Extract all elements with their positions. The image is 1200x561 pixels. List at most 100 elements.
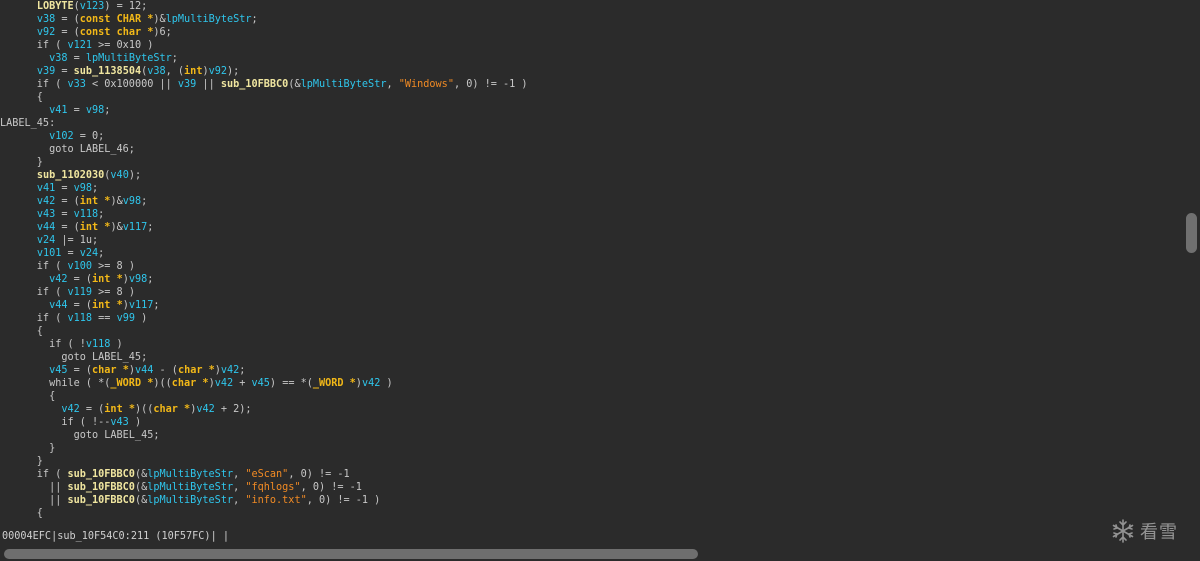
code-line[interactable]: if ( v100 >= 8 ) [0, 260, 135, 273]
variable-token[interactable]: v102 [49, 131, 74, 142]
code-line[interactable]: if ( !--v43 ) [0, 416, 141, 429]
function-token[interactable]: LOBYTE [37, 1, 74, 12]
variable-token[interactable]: v101 [37, 248, 62, 259]
variable-token[interactable]: lpMultiByteStr [86, 53, 172, 64]
code-line[interactable]: if ( sub_10FBBC0(&lpMultiByteStr, "eScan… [0, 468, 350, 481]
variable-token[interactable]: v98 [123, 196, 141, 207]
pseudocode-view[interactable]: LOBYTE(v123) = 12; v38 = (const CHAR *)&… [0, 0, 1184, 525]
variable-token[interactable]: v45 [49, 365, 67, 376]
code-line[interactable]: v41 = v98; [0, 104, 110, 117]
code-line[interactable]: v102 = 0; [0, 130, 104, 143]
variable-token[interactable]: v38 [37, 14, 55, 25]
variable-token[interactable]: v118 [74, 209, 99, 220]
function-token[interactable]: sub_1138504 [74, 66, 141, 77]
vertical-scrollbar-thumb[interactable] [1186, 213, 1197, 253]
variable-token[interactable]: v98 [86, 105, 104, 116]
variable-token[interactable]: v42 [37, 196, 55, 207]
function-token[interactable]: sub_10FBBC0 [67, 482, 134, 493]
variable-token[interactable]: v39 [37, 66, 55, 77]
variable-token[interactable]: lpMultiByteStr [166, 14, 252, 25]
code-line[interactable]: goto LABEL_45; [0, 351, 147, 364]
code-line[interactable]: v41 = v98; [0, 182, 98, 195]
code-line[interactable]: LABEL_45: [0, 117, 55, 130]
code-line[interactable]: v101 = v24; [0, 247, 105, 260]
variable-token[interactable]: v42 [61, 404, 79, 415]
code-line[interactable]: if ( v33 < 0x100000 || v39 || sub_10FBBC… [0, 78, 528, 91]
function-token[interactable]: sub_1102030 [37, 170, 104, 181]
code-line[interactable]: } [0, 156, 43, 169]
code-line[interactable]: while ( *(_WORD *)((char *)v42 + v45) ==… [0, 377, 393, 390]
horizontal-scrollbar-thumb[interactable] [4, 549, 698, 559]
variable-token[interactable]: v43 [37, 209, 55, 220]
variable-token[interactable]: v39 [178, 79, 196, 90]
variable-token[interactable]: v44 [49, 300, 67, 311]
code-line[interactable]: v43 = v118; [0, 208, 105, 221]
variable-token[interactable]: v42 [221, 365, 239, 376]
variable-token[interactable]: v100 [67, 261, 92, 272]
variable-token[interactable]: v123 [80, 1, 105, 12]
function-token[interactable]: sub_10FBBC0 [67, 469, 134, 480]
variable-token[interactable]: v24 [80, 248, 98, 259]
variable-token[interactable]: v44 [37, 222, 55, 233]
variable-token[interactable]: v42 [49, 274, 67, 285]
code-line[interactable]: { [0, 91, 43, 104]
variable-token[interactable]: v99 [117, 313, 135, 324]
variable-token[interactable]: v98 [74, 183, 92, 194]
code-line[interactable]: { [0, 325, 43, 338]
code-line[interactable]: } [0, 442, 55, 455]
variable-token[interactable]: v40 [110, 170, 128, 181]
horizontal-scrollbar[interactable] [0, 547, 1200, 561]
code-line[interactable]: if ( v119 >= 8 ) [0, 286, 135, 299]
variable-token[interactable]: v92 [209, 66, 227, 77]
function-token[interactable]: sub_10FBBC0 [221, 79, 288, 90]
variable-token[interactable]: v117 [129, 300, 154, 311]
code-line[interactable]: { [0, 507, 43, 520]
code-line[interactable]: || sub_10FBBC0(&lpMultiByteStr, "info.tx… [0, 494, 380, 507]
variable-token[interactable]: v42 [215, 378, 233, 389]
code-line[interactable]: v44 = (int *)&v117; [0, 221, 154, 234]
variable-token[interactable]: v33 [67, 79, 85, 90]
variable-token[interactable]: v38 [49, 53, 67, 64]
variable-token[interactable]: v45 [252, 378, 270, 389]
code-line[interactable]: if ( !v118 ) [0, 338, 123, 351]
code-line[interactable]: v38 = (const CHAR *)&lpMultiByteStr; [0, 13, 258, 26]
code-line[interactable]: } [0, 455, 43, 468]
code-line[interactable]: v44 = (int *)v117; [0, 299, 159, 312]
variable-token[interactable]: v92 [37, 27, 55, 38]
variable-token[interactable]: v43 [110, 417, 128, 428]
variable-token[interactable]: v41 [49, 105, 67, 116]
variable-token[interactable]: v42 [196, 404, 214, 415]
variable-token[interactable]: v98 [129, 274, 147, 285]
variable-token[interactable]: lpMultiByteStr [147, 495, 233, 506]
variable-token[interactable]: v41 [37, 183, 55, 194]
code-line[interactable]: v38 = lpMultiByteStr; [0, 52, 178, 65]
code-line[interactable]: v92 = (const char *)6; [0, 26, 172, 39]
variable-token[interactable]: v24 [37, 235, 55, 246]
code-line[interactable]: v24 |= 1u; [0, 234, 98, 247]
variable-token[interactable]: lpMultiByteStr [147, 469, 233, 480]
code-line[interactable]: if ( v118 == v99 ) [0, 312, 147, 325]
code-line[interactable]: LOBYTE(v123) = 12; [0, 0, 147, 13]
variable-token[interactable]: v44 [135, 365, 153, 376]
function-token[interactable]: sub_10FBBC0 [67, 495, 134, 506]
variable-token[interactable]: v118 [86, 339, 111, 350]
code-line[interactable]: v42 = (int *)v98; [0, 273, 153, 286]
variable-token[interactable]: v38 [147, 66, 165, 77]
variable-token[interactable]: lpMultiByteStr [301, 79, 387, 90]
code-line[interactable]: || sub_10FBBC0(&lpMultiByteStr, "fqhlogs… [0, 481, 362, 494]
code-line[interactable]: v39 = sub_1138504(v38, (int)v92); [0, 65, 239, 78]
variable-token[interactable]: v118 [67, 313, 92, 324]
code-line[interactable]: goto LABEL_45; [0, 429, 160, 442]
variable-token[interactable]: v121 [67, 40, 92, 51]
code-line[interactable]: { [0, 390, 55, 403]
code-line[interactable]: goto LABEL_46; [0, 143, 135, 156]
code-line[interactable]: sub_1102030(v40); [0, 169, 141, 182]
variable-token[interactable]: v119 [67, 287, 92, 298]
variable-token[interactable]: v42 [362, 378, 380, 389]
code-line[interactable]: v45 = (char *)v44 - (char *)v42; [0, 364, 245, 377]
code-line[interactable]: v42 = (int *)((char *)v42 + 2); [0, 403, 251, 416]
code-line[interactable]: if ( v121 >= 0x10 ) [0, 39, 154, 52]
code-line[interactable]: v42 = (int *)&v98; [0, 195, 147, 208]
variable-token[interactable]: v117 [123, 222, 148, 233]
vertical-scrollbar[interactable] [1184, 0, 1200, 525]
